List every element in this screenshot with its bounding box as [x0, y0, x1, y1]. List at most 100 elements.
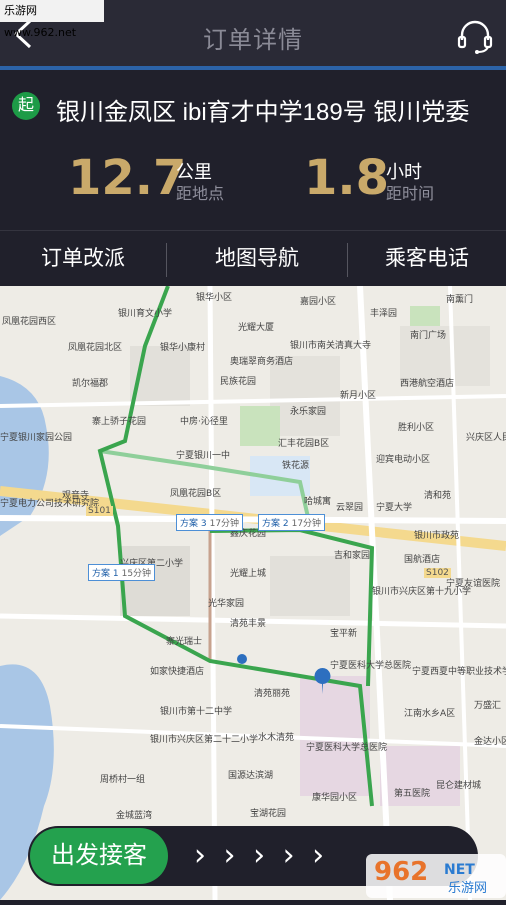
road-badge: S101	[86, 506, 113, 516]
distance-value: 12.7	[68, 150, 187, 206]
map-label: 胜利小区	[398, 423, 435, 433]
route-map[interactable]: 银华小区 嘉园小区 南薰门 银川育文小学 光耀大厦 丰泽园 凤凰花园西区 凤凰花…	[0, 286, 506, 900]
map-label: 第五医院	[394, 789, 431, 799]
map-label: 康华园小区	[312, 793, 358, 803]
map-label: 水木清苑	[258, 733, 295, 743]
route-plan-tag[interactable]: 方案 1 15分钟	[88, 564, 156, 581]
map-label: 南薰门	[446, 295, 474, 305]
route-plan-tag[interactable]: 方案 2 17分钟	[258, 514, 326, 531]
map-label: 银华小区	[196, 293, 233, 303]
logo-suffix: NET	[444, 862, 475, 878]
location-dot	[237, 654, 247, 664]
order-info-panel: 起 银川金凤区 ibi育才中学189号 银川党委 12.7 公里 距地点 1.8…	[0, 70, 506, 230]
road	[0, 394, 506, 408]
duration-value: 1.8	[304, 150, 390, 206]
route-plan-time: 17分钟	[209, 519, 240, 529]
map-label: 银川育文小学	[118, 309, 173, 319]
action-bar: 订单改派 地图导航 乘客电话	[0, 230, 506, 286]
map-label: 清苑丽苑	[254, 689, 291, 699]
map-label: 如家快捷酒店	[150, 667, 205, 677]
headset-icon	[457, 20, 493, 54]
map-label: 宁夏医科大学总医院	[330, 661, 412, 671]
map-label: 宁夏大学	[376, 503, 413, 513]
map-label: 中房·沁径里	[180, 417, 228, 427]
depart-pickup-button[interactable]: 出发接客	[30, 828, 168, 884]
map-label: 寨光瑞士	[166, 637, 203, 647]
road-badge: S102	[424, 568, 451, 578]
map-label: 凯尔福郡	[72, 379, 109, 389]
route-plan-time: 15分钟	[121, 569, 152, 579]
slide-arrows-icon: › › › › ›	[194, 838, 329, 873]
map-label: 宁夏银川家园公园	[0, 433, 73, 443]
map-label: 宁夏医科大学总医院	[306, 743, 388, 753]
lake-shape	[0, 376, 49, 536]
park-block	[240, 406, 280, 446]
watermark: 乐游网 www.962.net	[0, 0, 104, 39]
map-label: 吉和家园	[334, 551, 371, 561]
map-label: 迎宾电动小区	[376, 455, 431, 465]
map-label: 凤凰花园西区	[2, 317, 57, 327]
map-label: 凤凰花园北区	[68, 343, 123, 353]
map-label: 奥瑞翠商务酒店	[230, 357, 294, 367]
map-label: 南门广场	[410, 331, 447, 341]
map-label: 江南水乡A区	[404, 709, 456, 719]
map-label: 周桥村一组	[100, 775, 146, 785]
map-label: 清苑丰景	[230, 619, 267, 629]
map-label: 光耀大厦	[238, 323, 275, 333]
distance-label: 距地点	[176, 186, 225, 203]
park-block	[410, 306, 440, 326]
map-label: 宝湖花园	[250, 809, 287, 819]
route-plan-name: 方案 3	[180, 519, 207, 529]
map-label: 民族花园	[220, 377, 257, 387]
map-label: 观音寺	[62, 491, 90, 501]
map-label: 哈城寓	[304, 497, 332, 507]
road	[0, 515, 506, 524]
map-label: 银华小康村	[160, 343, 206, 353]
map-label: 光华家园	[208, 599, 245, 609]
map-label: 永乐家园	[290, 407, 327, 417]
map-label: 铁花源	[282, 461, 310, 471]
map-label: 光耀上城	[230, 569, 267, 579]
map-label: 丰泽园	[370, 309, 398, 319]
map-label: 国源达滨湖	[228, 771, 274, 781]
map-navigation-button[interactable]: 地图导航	[167, 231, 347, 287]
logo-text: 962	[374, 857, 428, 887]
map-label: 金达小区	[474, 737, 506, 747]
map-label: 万盛汇	[474, 701, 502, 711]
map-label: 宁夏西夏中等职业技术学校	[412, 667, 506, 677]
route-plan-name: 方案 2	[262, 519, 289, 529]
map-label: 寨上骄子花园	[92, 417, 147, 427]
duration-label: 距时间	[386, 186, 435, 203]
map-label: 昆仑建材城	[436, 781, 482, 791]
logo-subtext: 乐游网	[448, 881, 487, 896]
map-block	[270, 556, 350, 616]
map-label: 银川市政苑	[414, 531, 460, 541]
map-label: 汇丰花园B区	[278, 439, 330, 449]
start-badge: 起	[12, 92, 40, 120]
map-label: 国航酒店	[404, 555, 441, 565]
map-label: 金城蓝湾	[116, 811, 153, 821]
map-label: 西港航空酒店	[400, 379, 455, 389]
route-plan-time: 17分钟	[291, 519, 322, 529]
call-passenger-button[interactable]: 乘客电话	[348, 231, 506, 287]
map-label: 银川市南关清真大寺	[290, 341, 372, 351]
map-label: 宁夏友谊医院	[446, 579, 501, 589]
map-label: 银川市第十二中学	[160, 707, 233, 717]
customer-service-button[interactable]	[456, 18, 494, 54]
site-logo: 962 NET 乐游网	[366, 850, 506, 900]
962-logo-icon: 962 NET 乐游网	[366, 854, 506, 898]
route-plan-tag[interactable]: 方案 3 17分钟	[176, 514, 244, 531]
map-block	[270, 356, 340, 436]
map-label: 云翠园	[336, 503, 364, 513]
route-plan-name: 方案 1	[92, 569, 119, 579]
reassign-order-button[interactable]: 订单改派	[0, 231, 166, 287]
map-label: 宁夏银川一中	[176, 451, 231, 461]
map-label: 兴庆区人民检察院	[466, 433, 506, 443]
map-label: 凤凰花园B区	[170, 489, 222, 499]
map-label: 嘉园小区	[300, 297, 337, 307]
pickup-address: 银川金凤区 ibi育才中学189号 银川党委	[56, 99, 470, 126]
map-label: 清和苑	[424, 491, 452, 501]
map-label: 宝平新	[330, 629, 358, 639]
map-label: 新月小区	[340, 391, 377, 401]
map-label: 银川市兴庆区第二十二小学	[150, 735, 259, 745]
